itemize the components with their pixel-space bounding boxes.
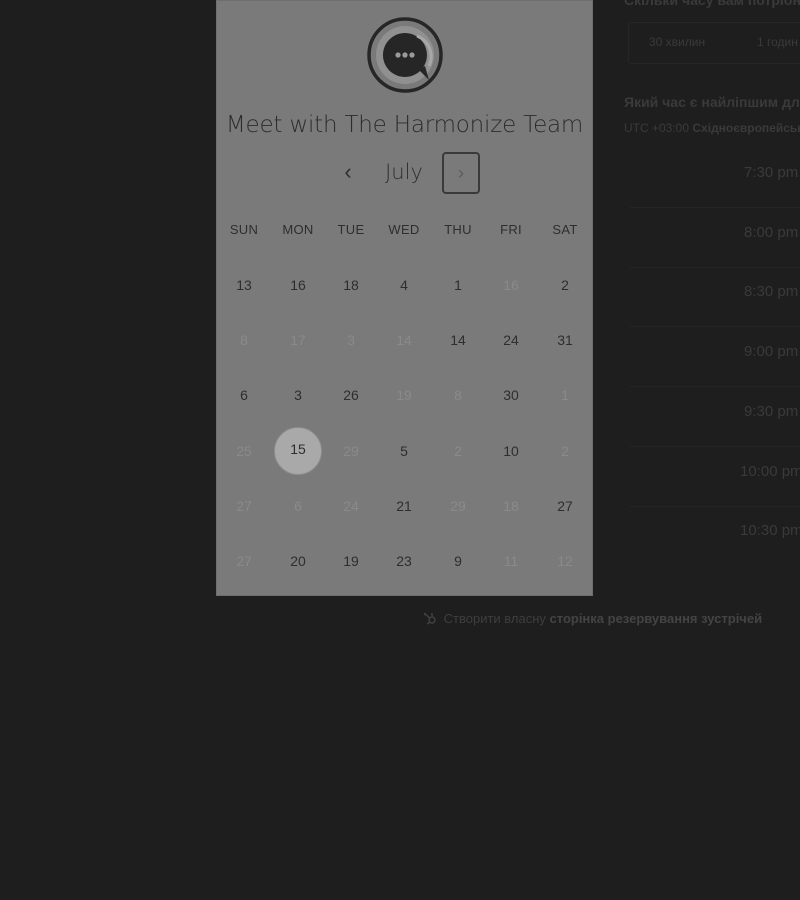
time-slot[interactable]: 8:30 pm <box>630 269 800 328</box>
chevron-left-icon: ‹ <box>344 159 352 184</box>
calendar-day: 17 <box>290 332 306 349</box>
booking-page: Meet with The Harmonize Team ‹ July › SU… <box>0 0 800 900</box>
selected-day[interactable]: 15 <box>273 424 323 479</box>
calendar-day: 12 <box>557 553 573 569</box>
prev-month-button[interactable]: ‹ <box>338 160 358 184</box>
timezone-selector[interactable]: UTC +03:00 Східноєвропейський час <box>624 121 800 135</box>
next-month-button[interactable]: › <box>442 152 480 194</box>
calendar-day-grid: 13 16 18 4 1 16 2 8 17 3 14 14 24 31 6 3 26 19 8 30 1 25 15 29 5… <box>216 258 593 590</box>
calendar-day: 11 <box>503 553 519 569</box>
calendar-day: 14 <box>396 332 412 349</box>
calendar-day[interactable]: 31 <box>540 313 590 368</box>
slot-divider <box>630 326 800 328</box>
duration-option-30[interactable]: 30 хвилин <box>649 35 705 49</box>
timezone-offset: UTC +03:00 <box>624 121 690 135</box>
calendar-day: 1 <box>561 387 569 404</box>
weekday-mon: MON <box>282 222 314 237</box>
calendar-day: 24 <box>343 497 359 514</box>
weekday-header: SUN MON TUE WED THU FRI SAT <box>216 222 593 240</box>
calendar-day: 27 <box>236 497 252 514</box>
calendar-day[interactable]: 18 <box>326 258 376 313</box>
calendar-day[interactable]: 24 <box>486 313 536 368</box>
time-slot[interactable]: 9:00 pm <box>630 329 800 388</box>
chat-bubble-logo-icon <box>367 17 443 93</box>
calendar-day: 6 <box>294 497 302 514</box>
calendar-day[interactable]: 3 <box>273 368 323 423</box>
time-slot[interactable]: 9:30 pm <box>630 389 800 447</box>
timezone-name: Східноєвропейський час <box>692 121 800 135</box>
calendar-day: 2 <box>454 442 462 459</box>
calendar-day: 29 <box>343 442 359 459</box>
duration-question: Скільки часу вам потрібно? <box>624 0 800 8</box>
calendar-day[interactable]: 13 <box>219 258 269 313</box>
calendar-day[interactable]: 26 <box>326 368 376 423</box>
footer-prefix: Створити власну <box>443 611 546 626</box>
calendar-day[interactable]: 27 <box>540 479 590 534</box>
time-slot-label: 10:00 pm <box>740 462 800 480</box>
calendar-day[interactable]: 21 <box>379 479 429 534</box>
calendar-day[interactable]: 5 <box>379 424 429 479</box>
calendar-day[interactable]: 6 <box>219 368 269 423</box>
slot-divider <box>630 266 800 268</box>
calendar-day[interactable]: 1 <box>433 258 483 313</box>
time-slot-label: 8:30 pm <box>744 283 799 301</box>
calendar-day[interactable]: 23 <box>379 534 429 589</box>
slot-divider <box>630 207 800 208</box>
calendar-day[interactable]: 20 <box>273 534 323 589</box>
calendar-day: 3 <box>347 332 355 349</box>
time-slot[interactable]: 8:00 pm <box>630 210 800 268</box>
create-booking-page-link[interactable]: Створити власну сторінка резервування зу… <box>423 611 762 626</box>
duration-option-60[interactable]: 1 годин <box>757 35 798 49</box>
calendar-day: 27 <box>236 553 252 569</box>
booking-options-panel: Скільки часу вам потрібно? 30 хвилин 1 г… <box>624 0 800 600</box>
month-label: July <box>385 160 423 184</box>
duration-selector: 30 хвилин 1 годин <box>628 22 800 64</box>
time-slot[interactable]: 7:30 pm <box>630 150 800 208</box>
weekday-fri: FRI <box>500 222 522 237</box>
calendar-day[interactable]: 2 <box>540 258 590 313</box>
footer-link-text[interactable]: сторінка резервування зустрічей <box>550 611 763 626</box>
calendar-day[interactable]: 9 <box>433 534 483 589</box>
weekday-sat: SAT <box>552 222 578 237</box>
time-slot-label: 9:30 pm <box>744 402 799 420</box>
time-slot[interactable]: 10:30 pm <box>630 508 800 566</box>
calendar-day[interactable]: 16 <box>273 258 323 313</box>
month-navigation: ‹ July › <box>216 150 593 196</box>
slot-divider <box>630 445 800 447</box>
slot-divider <box>630 386 800 388</box>
chevron-right-icon: › <box>458 163 464 183</box>
calendar-day[interactable]: 19 <box>326 534 376 589</box>
weekday-sun: SUN <box>229 222 259 237</box>
time-question: Який час є найліпшим для вас? <box>624 94 800 110</box>
time-slot-label: 8:00 pm <box>744 223 799 241</box>
weekday-thu: THU <box>444 222 472 237</box>
weekday-wed: WED <box>388 222 420 237</box>
calendar-day[interactable]: 14 <box>433 313 483 368</box>
weekday-tue: TUE <box>337 222 365 237</box>
day-number: 15 <box>290 440 306 457</box>
time-slot-label: 7:30 pm <box>744 164 799 181</box>
time-slot-label: 9:00 pm <box>744 343 799 361</box>
meeting-title: Meet with The Harmonize Team <box>225 112 584 138</box>
calendar-day[interactable]: 10 <box>486 424 536 479</box>
calendar-day: 16 <box>503 277 519 293</box>
hubspot-sprocket-icon <box>423 612 436 625</box>
calendar-day: 2 <box>561 442 569 459</box>
calendar-day[interactable]: 4 <box>379 258 429 313</box>
calendar-day: 8 <box>454 387 462 404</box>
calendar-day: 29 <box>450 497 466 514</box>
time-slot-label: 10:30 pm <box>740 522 800 540</box>
calendar-day[interactable]: 30 <box>486 368 536 423</box>
calendar-day: 8 <box>240 332 248 349</box>
calendar-day: 25 <box>236 442 252 459</box>
slot-divider <box>630 505 800 507</box>
calendar-day: 18 <box>503 497 519 514</box>
calendar-day: 19 <box>396 387 412 404</box>
time-slot[interactable]: 10:00 pm <box>630 449 800 507</box>
